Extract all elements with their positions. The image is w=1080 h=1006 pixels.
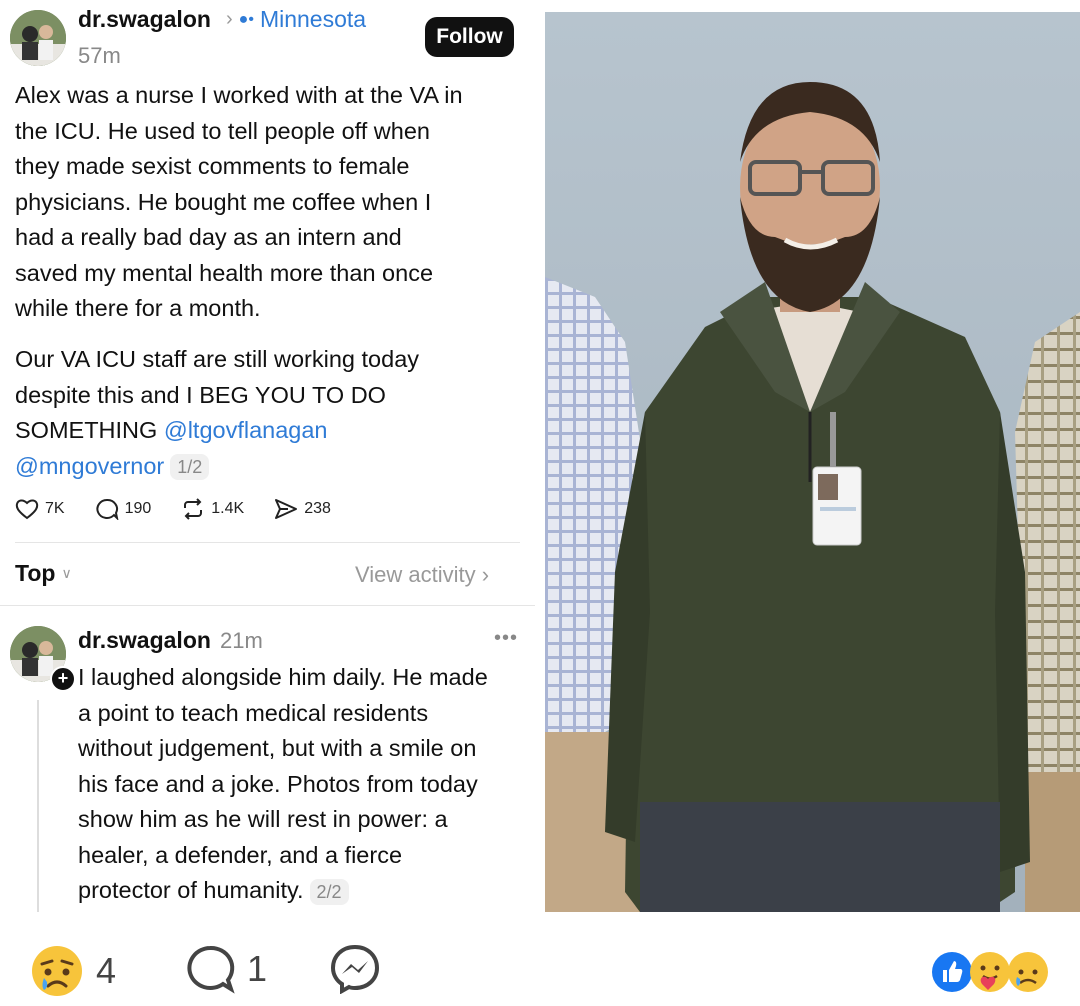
location-label: Minnesota — [259, 6, 367, 32]
reply-line: his face and a joke. Photos from today — [78, 770, 478, 797]
divider — [15, 542, 520, 543]
avatar-image — [10, 10, 66, 66]
like-action[interactable]: 7K — [15, 498, 65, 520]
photo[interactable] — [545, 12, 1080, 912]
share-icon — [275, 499, 298, 519]
reaction-icons[interactable] — [930, 950, 1050, 994]
messenger-button[interactable] — [330, 944, 380, 994]
post-line: Alex was a nurse I worked with at the VA… — [15, 82, 463, 108]
sad-emoji-icon — [32, 946, 82, 996]
reply-line: healer, a defender, and a fierce — [78, 841, 403, 868]
thread-counter: 2/2 — [309, 878, 349, 905]
share-count: 238 — [304, 500, 331, 517]
repost-icon — [184, 498, 203, 520]
reaction-summary[interactable]: 4 — [30, 944, 116, 998]
post-line: despite this and I BEG YOU TO DO — [15, 381, 386, 408]
post-line: @mngovernor 1/2 — [15, 449, 419, 485]
divider — [0, 605, 535, 606]
sad-icon — [1008, 952, 1048, 992]
reply-line: show him as he will rest in power: a — [78, 806, 448, 832]
post-line: while there for a month. — [15, 295, 261, 321]
chevron-down-icon: ∨ — [61, 565, 72, 581]
reply-line: protector of humanity. 2/2 — [78, 873, 528, 909]
share-action[interactable]: 238 — [274, 498, 331, 520]
reply-line: a point to teach medical residents — [78, 699, 429, 726]
avatar[interactable] — [10, 10, 66, 66]
reaction-count: 4 — [96, 950, 117, 991]
follow-button[interactable]: Follow — [425, 17, 514, 57]
reply-line: without judgement, but with a smile on — [78, 735, 477, 761]
post-line: saved my mental health more than once — [15, 259, 434, 286]
plus-icon[interactable]: + — [50, 666, 76, 692]
reply-time: 21m — [220, 628, 263, 653]
more-icon[interactable]: ••• — [494, 627, 518, 650]
post-paragraph-1: Alex was a nurse I worked with at the VA… — [15, 78, 463, 327]
comment-icon — [187, 945, 235, 994]
post-line: the ICU. He used to tell people off when — [15, 117, 430, 144]
reply-last-line: protector of humanity. — [78, 877, 304, 903]
reaction-bar: 4 1 — [0, 912, 1080, 1006]
thread-line — [37, 700, 39, 912]
repost-action[interactable]: 1.4K — [181, 498, 244, 520]
post-line: they made sexist comments to female — [15, 153, 410, 179]
post-line: Our VA ICU staff are still working today — [15, 346, 420, 372]
location-icon: ●• — [238, 10, 254, 28]
repost-count: 1.4K — [211, 500, 245, 517]
post-paragraph-2: Our VA ICU staff are still working today… — [15, 342, 419, 484]
view-activity-link[interactable]: View activity › — [355, 562, 489, 588]
reply-icon — [96, 498, 118, 520]
mention-link[interactable]: @mngovernor — [15, 453, 164, 479]
post-stats: 7K 190 1.4K 238 — [15, 498, 331, 520]
reply-text: I laughed alongside him daily. He made a… — [78, 660, 528, 909]
post-username[interactable]: dr.swagalon — [78, 6, 211, 33]
post-line: had a really bad day as an intern and — [15, 224, 402, 250]
post-line: physicians. He bought me coffee when I — [15, 188, 432, 215]
sort-label: Top — [15, 560, 56, 586]
thread-counter: 1/2 — [170, 454, 210, 481]
person-photo — [545, 12, 1080, 912]
comment-count: 1 — [247, 948, 268, 989]
post-location[interactable]: › ●• Minnesota — [226, 6, 366, 33]
post-line: SOMETHING @ltgovflanagan — [15, 413, 419, 449]
heart-icon — [15, 499, 39, 520]
threads-post-panel: dr.swagalon › ●• Minnesota 57m Follow Al… — [0, 0, 535, 912]
post-time: 57m — [78, 43, 121, 68]
reply-action[interactable]: 190 — [95, 498, 152, 520]
like-count: 7K — [45, 500, 65, 517]
sort-dropdown[interactable]: Top ∨ — [15, 560, 72, 587]
reply-count: 190 — [124, 500, 152, 517]
mention-link[interactable]: @ltgovflanagan — [164, 417, 328, 443]
reply-username[interactable]: dr.swagalon — [78, 627, 211, 654]
chevron-right-icon: › — [226, 8, 233, 30]
reply-line: I laughed alongside him daily. He made — [78, 664, 488, 690]
messenger-icon — [330, 944, 380, 994]
comment-summary[interactable]: 1 — [185, 944, 267, 994]
post-line-prefix: SOMETHING — [15, 417, 164, 443]
